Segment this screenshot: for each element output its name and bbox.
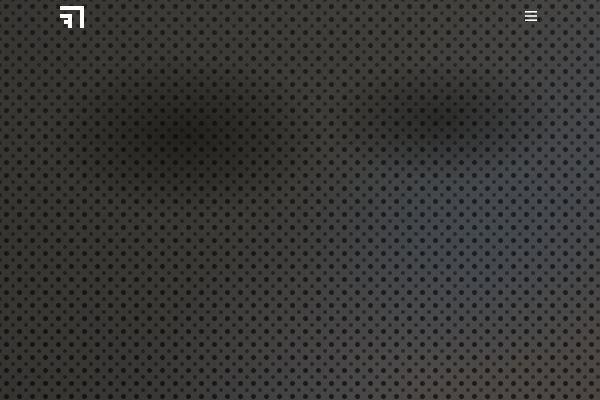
top-navbar bbox=[0, 0, 600, 34]
hamburger-menu-button[interactable] bbox=[522, 8, 540, 24]
shade-overlay bbox=[0, 0, 600, 400]
hamburger-menu-icon bbox=[525, 11, 537, 21]
hero-background bbox=[0, 0, 600, 400]
brand-logo-icon[interactable] bbox=[60, 6, 84, 28]
logo-mark-graphic bbox=[60, 6, 84, 28]
